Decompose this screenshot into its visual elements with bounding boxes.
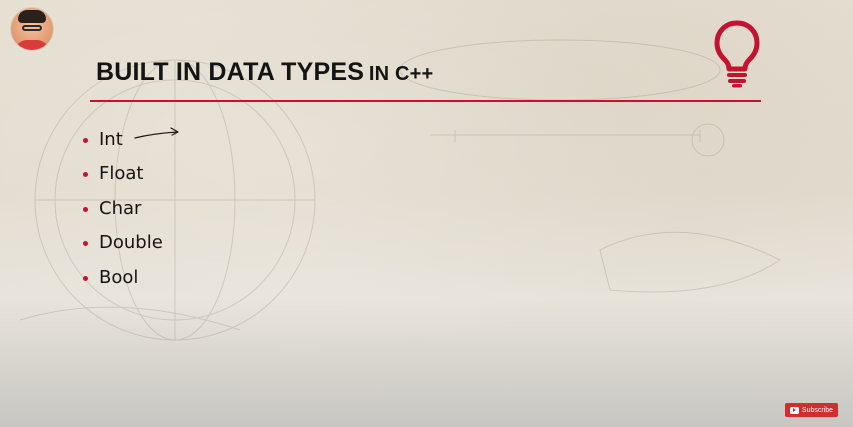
list-item-label: Double: [99, 232, 163, 254]
hand-drawn-arrow-icon: [134, 127, 179, 139]
bullet-dot: [83, 137, 88, 143]
list-item: Char: [83, 191, 163, 226]
list-item-label: Int: [99, 128, 123, 150]
youtube-play-icon: [789, 406, 799, 414]
slide-title-suffix: IN C++: [368, 63, 434, 85]
list-item: Bool: [83, 260, 163, 295]
bullet-dot: [83, 275, 88, 281]
slide-title-main: BUILT IN DATA TYPES: [96, 58, 365, 86]
lightbulb-icon: [714, 20, 760, 88]
list-item: Float: [83, 157, 163, 192]
list-item-label: Bool: [99, 266, 139, 288]
list-item-label: Char: [99, 197, 142, 219]
slide-title: BUILT IN DATA TYPES IN C++: [96, 58, 433, 87]
bullet-dot: [83, 206, 88, 212]
bullet-dot: [83, 172, 88, 178]
presenter-avatar: [11, 8, 53, 50]
avatar-glasses: [22, 25, 42, 31]
avatar-hair: [18, 10, 46, 23]
bullet-dot: [83, 241, 88, 247]
subscribe-button[interactable]: Subscribe: [785, 403, 838, 417]
list-item-label: Float: [99, 163, 144, 185]
slide: BUILT IN DATA TYPES IN C++ Int Float Cha…: [0, 0, 853, 427]
list-item: Double: [83, 226, 163, 261]
subscribe-label: Subscribe: [801, 406, 834, 414]
title-underline: [90, 100, 761, 102]
data-types-list: Int Float Char Double Bool: [83, 122, 163, 295]
avatar-shirt: [15, 40, 49, 50]
